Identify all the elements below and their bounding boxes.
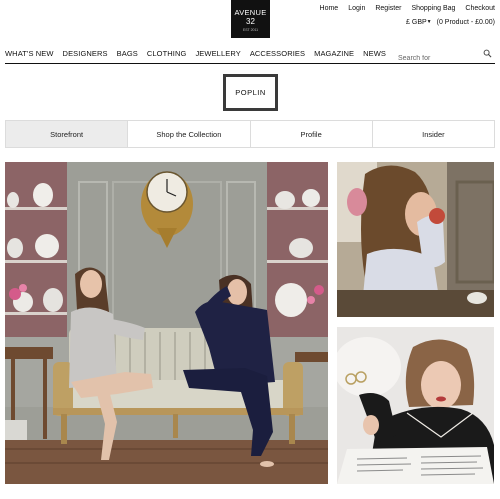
brand-title: POPLIN [223,74,278,111]
nav-news[interactable]: NEWS [363,49,386,58]
nav-bags[interactable]: BAGS [117,49,138,58]
nav-designers[interactable]: DESIGNERS [63,49,108,58]
register-link[interactable]: Register [375,5,401,12]
nav-jewellery[interactable]: JEWELLERY [195,49,240,58]
main-nav: WHAT'S NEW DESIGNERS BAGS CLOTHING JEWEL… [5,49,386,58]
logo-line-2: 32 [246,16,255,26]
nav-whats-new[interactable]: WHAT'S NEW [5,49,54,58]
storefront-photo-bottom-right [337,327,494,484]
tab-insider[interactable]: Insider [371,121,494,147]
brand-name: POPLIN [235,88,266,97]
tab-shop-the-collection[interactable]: Shop the Collection [127,121,249,147]
nav-accessories[interactable]: ACCESSORIES [250,49,305,58]
utility-nav: Home Login Register Shopping Bag Checkou… [320,5,495,12]
storefront-main-photo [5,162,328,484]
currency-label: £ GBP [406,19,427,26]
home-link[interactable]: Home [320,5,339,12]
search-icon[interactable] [483,49,492,58]
search-box [397,47,495,65]
triangle-down-icon: ▼ [426,19,432,25]
storefront-photo-top-right [337,162,494,317]
logo-line-3: EST 2011 [242,27,259,32]
nav-clothing[interactable]: CLOTHING [147,49,187,58]
cart-summary-text[interactable]: (0 Product - £0.00) [437,19,495,26]
currency-selector[interactable]: £ GBP▼ [406,19,432,26]
checkout-link[interactable]: Checkout [465,5,495,12]
brand-tabs: Storefront Shop the Collection Profile I… [5,120,495,148]
nav-divider [5,63,495,64]
site-logo[interactable]: AVENUE 32 EST 2011 [231,0,270,38]
logo-line-1: AVENUE [234,8,267,17]
cart-summary: £ GBP▼ (0 Product - £0.00) [406,19,495,26]
login-link[interactable]: Login [348,5,365,12]
shopping-bag-link[interactable]: Shopping Bag [411,5,455,12]
tab-profile[interactable]: Profile [249,121,372,147]
tab-storefront[interactable]: Storefront [6,121,128,147]
nav-magazine[interactable]: MAGAZINE [314,49,354,58]
